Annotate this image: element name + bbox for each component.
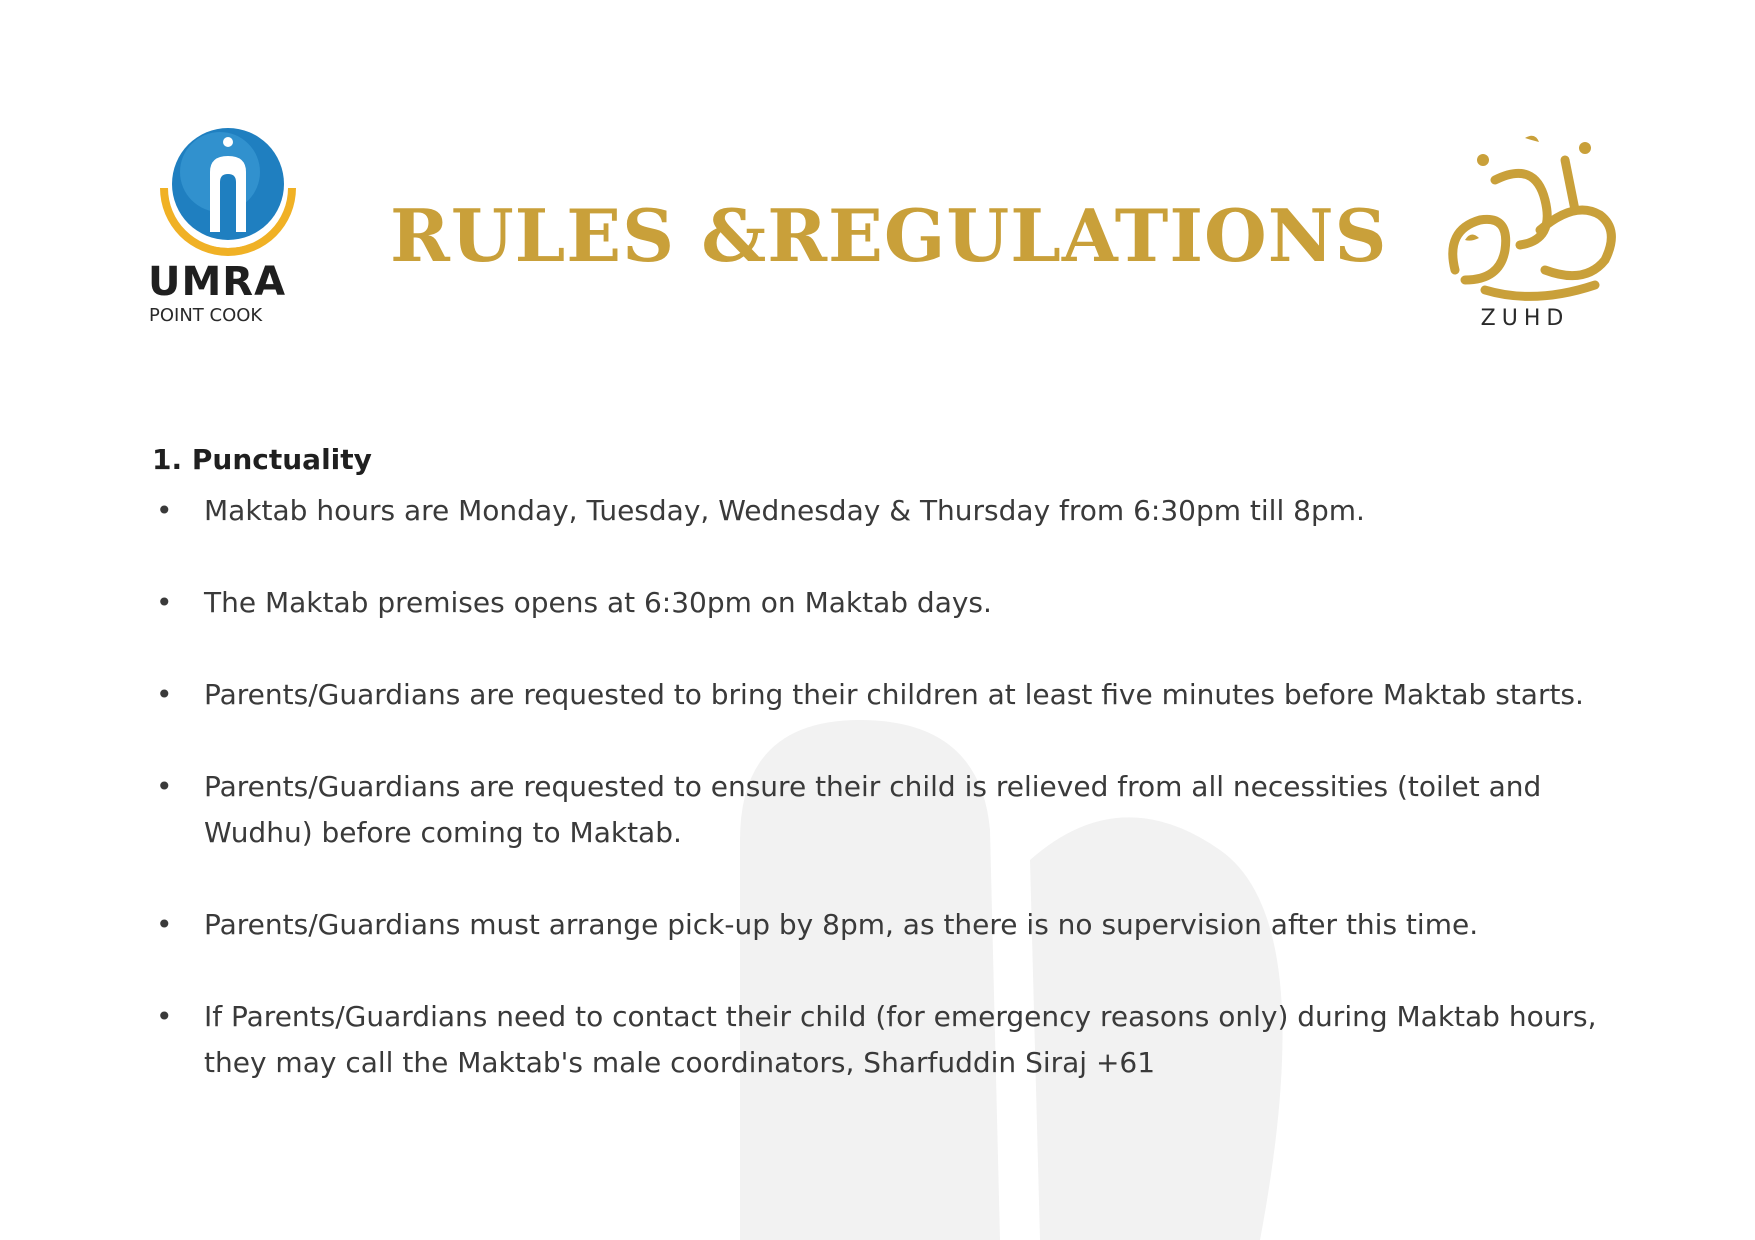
rule-text: The Maktab premises opens at 6:30pm on M… xyxy=(204,586,992,619)
list-item: • Parents/Guardians are requested to bri… xyxy=(152,672,1612,718)
bullet-icon: • xyxy=(156,1000,173,1033)
rule-text: If Parents/Guardians need to contact the… xyxy=(204,1000,1597,1079)
bullet-icon: • xyxy=(156,770,173,803)
bullet-icon: • xyxy=(156,908,173,941)
zuhd-logo-name: ZUHD xyxy=(1480,306,1570,331)
rule-text: Parents/Guardians are requested to bring… xyxy=(204,678,1584,711)
bullet-icon: • xyxy=(156,494,173,527)
list-item: • If Parents/Guardians need to contact t… xyxy=(152,994,1612,1086)
list-item: • The Maktab premises opens at 6:30pm on… xyxy=(152,580,1612,626)
bullet-icon: • xyxy=(156,678,173,711)
list-item: • Parents/Guardians must arrange pick-up… xyxy=(152,902,1612,948)
list-item: • Maktab hours are Monday, Tuesday, Wedn… xyxy=(152,488,1612,534)
zuhd-calligraphy-logo-icon xyxy=(1448,135,1616,301)
bullet-icon: • xyxy=(156,586,173,619)
list-item: • Parents/Guardians are requested to ens… xyxy=(152,764,1612,856)
document-page: UMRA POINT COOK RULES &REGULATIONS ZUHD … xyxy=(0,0,1755,1240)
rule-text: Parents/Guardians must arrange pick-up b… xyxy=(204,908,1479,941)
rule-text: Maktab hours are Monday, Tuesday, Wednes… xyxy=(204,494,1365,527)
section-heading: 1. Punctuality xyxy=(152,443,372,476)
umra-logo-subtitle: POINT COOK xyxy=(149,305,263,326)
umra-logo-name: UMRA xyxy=(148,259,287,305)
rule-text: Parents/Guardians are requested to ensur… xyxy=(204,770,1542,849)
page-title: RULES &REGULATIONS xyxy=(390,193,1388,278)
rules-list: • Maktab hours are Monday, Tuesday, Wedn… xyxy=(152,488,1612,1132)
